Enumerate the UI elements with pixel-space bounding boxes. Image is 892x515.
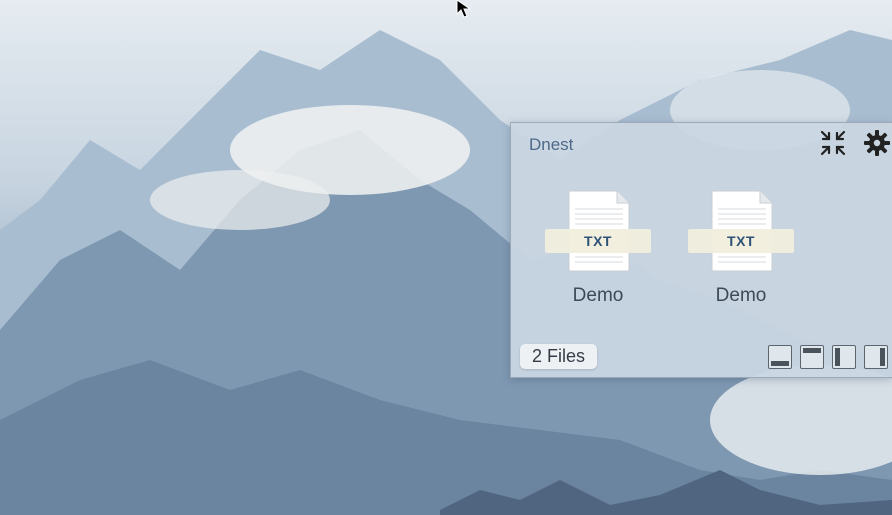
dnest-panel: Dnest TXT Demo TXT Demo 2 Files (510, 122, 892, 378)
panel-title: Dnest (529, 135, 574, 154)
file-type-label: TXT (584, 233, 612, 249)
gear-icon[interactable] (863, 129, 891, 157)
dock-right-icon (880, 348, 885, 366)
file-type-label: TXT (727, 233, 755, 249)
file-count-badge: 2 Files (520, 344, 598, 369)
file-item[interactable]: TXT Demo (545, 189, 651, 309)
file-item[interactable]: TXT Demo (688, 189, 794, 309)
dock-top-icon (803, 348, 821, 353)
dock-bottom-icon (771, 361, 789, 366)
dock-left-icon (835, 348, 840, 366)
dock-right-button[interactable] (864, 345, 888, 369)
file-name: Demo (715, 285, 767, 306)
dock-bottom-button[interactable] (768, 345, 792, 369)
file-name: Demo (572, 285, 624, 306)
dock-left-button[interactable] (832, 345, 856, 369)
collapse-icon[interactable] (819, 129, 847, 157)
mouse-cursor-icon (456, 0, 472, 18)
dock-top-button[interactable] (800, 345, 824, 369)
